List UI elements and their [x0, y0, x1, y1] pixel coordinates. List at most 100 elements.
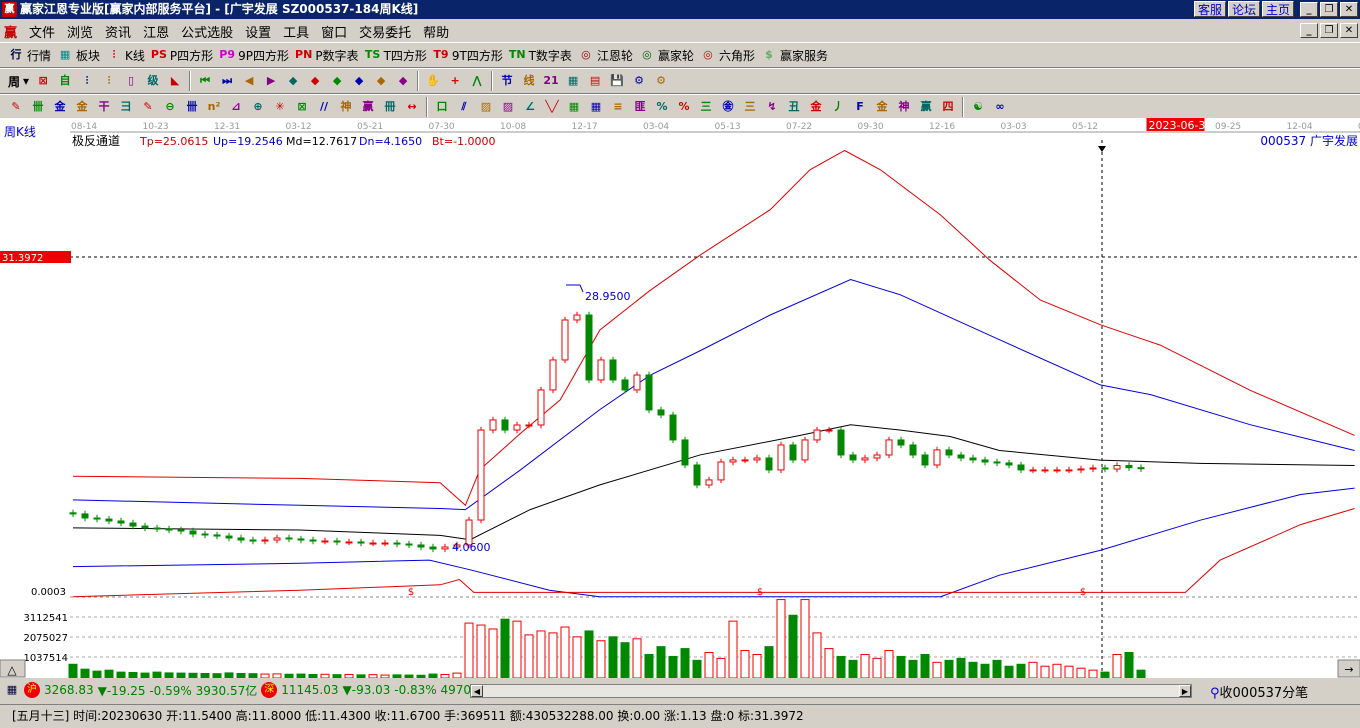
drawing-tool-icon[interactable]: ⊠ [294, 99, 310, 115]
toolbar-button[interactable]: ◎ 江恩轮 [578, 47, 633, 64]
tool-icon[interactable]: ◣ [167, 73, 183, 89]
drawing-tool-icon[interactable]: // [316, 99, 332, 115]
tool-icon[interactable]: ◆ [395, 73, 411, 89]
tool-icon[interactable]: ⫶ [101, 73, 117, 89]
tool-icon[interactable]: ⫶ [79, 73, 95, 89]
tool-icon[interactable]: ⚙ [653, 73, 669, 89]
drawing-tool-icon[interactable]: % [676, 99, 692, 115]
drawing-tool-icon[interactable]: 赢 [360, 99, 376, 115]
drawing-tool-icon[interactable]: ∞ [992, 99, 1008, 115]
toolbar-button[interactable]: T9 9T四方形 [433, 47, 503, 64]
drawing-tool-icon[interactable]: ✎ [8, 99, 24, 115]
tool-icon[interactable]: ◆ [307, 73, 323, 89]
menu-item[interactable]: 交易委托 [359, 22, 411, 41]
minimize-button[interactable]: _ [1300, 2, 1318, 17]
tool-icon[interactable]: 节 [499, 73, 515, 89]
drawing-tool-icon[interactable]: 金 [74, 99, 90, 115]
tool-icon[interactable]: ⚙ [631, 73, 647, 89]
toolbar-button[interactable]: PS P四方形 [151, 47, 213, 64]
kline-chart[interactable]: 08-14 10-23 12-31 03-12 05-21 07-30 10-08 12-17… [0, 118, 1360, 678]
customer-service-link[interactable]: 客服 [1193, 1, 1226, 17]
toolbar-button[interactable]: $ 赢家服务 [761, 47, 828, 64]
child-restore-button[interactable]: ❐ [1320, 23, 1338, 38]
drawing-tool-icon[interactable]: ⫽ [456, 99, 472, 115]
chart-scrollbar[interactable]: ◀ ▶ [470, 684, 1192, 698]
homepage-link[interactable]: 主页 [1261, 1, 1294, 17]
drawing-tool-icon[interactable]: 匪 [632, 99, 648, 115]
tool-icon[interactable]: ◀ [241, 73, 257, 89]
drawing-tool-icon[interactable]: ▦ [588, 99, 604, 115]
drawing-tool-icon[interactable]: ⊿ [228, 99, 244, 115]
menu-item[interactable]: 浏览 [67, 22, 93, 41]
drawing-tool-icon[interactable]: ☯ [970, 99, 986, 115]
forum-link[interactable]: 论坛 [1227, 1, 1260, 17]
tool-icon[interactable]: + [447, 73, 463, 89]
tool-icon[interactable]: 级 [145, 73, 161, 89]
drawing-tool-icon[interactable]: ⊖ [162, 99, 178, 115]
drawing-tool-icon[interactable]: 金 [808, 99, 824, 115]
tick-data-label[interactable]: ⚲收000537分笔 [1210, 682, 1308, 701]
tool-icon[interactable]: ▤ [587, 73, 603, 89]
drawing-tool-icon[interactable]: 卌 [30, 99, 46, 115]
tool-icon[interactable]: 自 [57, 73, 73, 89]
menu-item[interactable]: 公式选股 [181, 22, 233, 41]
period-select[interactable]: 周 ▾ [8, 73, 29, 90]
toolbar-button[interactable]: ◎ 六角形 [700, 47, 755, 64]
drawing-tool-icon[interactable]: 丑 [786, 99, 802, 115]
menu-item[interactable]: 帮助 [423, 22, 449, 41]
tool-icon[interactable]: ✋ [425, 73, 441, 89]
tool-icon[interactable]: 💾 [609, 73, 625, 89]
menu-item[interactable]: 设置 [245, 22, 271, 41]
menu-item[interactable]: 江恩 [143, 22, 169, 41]
scroll-left-button[interactable]: ◀ [471, 685, 483, 697]
child-minimize-button[interactable]: _ [1300, 23, 1318, 38]
tool-icon[interactable]: ◆ [373, 73, 389, 89]
menu-item[interactable]: 窗口 [321, 22, 347, 41]
menu-item[interactable]: 资讯 [105, 22, 131, 41]
drawing-tool-icon[interactable]: ㊎ [720, 99, 736, 115]
drawing-tool-icon[interactable]: ▨ [478, 99, 494, 115]
drawing-tool-icon[interactable]: ⊕ [250, 99, 266, 115]
drawing-tool-icon[interactable]: ↯ [764, 99, 780, 115]
drawing-tool-icon[interactable]: ▨ [500, 99, 516, 115]
drawing-tool-icon[interactable]: 赢 [918, 99, 934, 115]
toolbar-button[interactable]: TN T数字表 [509, 47, 572, 64]
drawing-tool-icon[interactable]: 金 [52, 99, 68, 115]
toolbar-button[interactable]: ◎ 赢家轮 [639, 47, 694, 64]
toolbar-button[interactable]: P9 9P四方形 [219, 47, 289, 64]
drawing-tool-icon[interactable]: 神 [896, 99, 912, 115]
drawing-tool-icon[interactable]: F [852, 99, 868, 115]
drawing-tool-icon[interactable]: 卌 [184, 99, 200, 115]
drawing-tool-icon[interactable]: 三 [742, 99, 758, 115]
toolbar-button[interactable]: TS T四方形 [365, 47, 427, 64]
drawing-tool-icon[interactable]: 冊 [382, 99, 398, 115]
drawing-tool-icon[interactable]: 干 [96, 99, 112, 115]
tool-icon[interactable]: ⏭ [219, 73, 235, 89]
tool-icon[interactable]: ⏮ [197, 73, 213, 89]
drawing-tool-icon[interactable]: ╲╱ [544, 99, 560, 115]
close-button[interactable]: ✕ [1340, 2, 1358, 17]
tool-icon[interactable]: ⊠ [35, 73, 51, 89]
scroll-right-button[interactable]: ▶ [1179, 685, 1191, 697]
toolbar-button[interactable]: ⫶ K线 [106, 47, 145, 64]
drawing-tool-icon[interactable]: n² [206, 99, 222, 115]
toolbar-button[interactable]: ▦ 板块 [57, 47, 100, 64]
tool-icon[interactable]: 线 [521, 73, 537, 89]
tool-icon[interactable]: 21 [543, 73, 559, 89]
drawing-tool-icon[interactable]: ✳ [272, 99, 288, 115]
drawing-tool-icon[interactable]: 神 [338, 99, 354, 115]
tool-icon[interactable]: ◆ [285, 73, 301, 89]
drawing-tool-icon[interactable]: 彐 [118, 99, 134, 115]
drawing-tool-icon[interactable]: 口 [434, 99, 450, 115]
toolbar-button[interactable]: 行行情 [8, 47, 52, 64]
drawing-tool-icon[interactable]: 丿 [830, 99, 846, 115]
menu-item[interactable]: 工具 [283, 22, 309, 41]
drawing-tool-icon[interactable]: % [654, 99, 670, 115]
drawing-tool-icon[interactable]: 金 [874, 99, 890, 115]
tool-icon[interactable]: ⋀ [469, 73, 485, 89]
drawing-tool-icon[interactable]: ↔ [404, 99, 420, 115]
tool-icon[interactable]: ◆ [351, 73, 367, 89]
tool-icon[interactable]: ▯ [123, 73, 139, 89]
restore-button[interactable]: ❐ [1320, 2, 1338, 17]
calculator-icon[interactable]: ▦ [4, 682, 20, 698]
